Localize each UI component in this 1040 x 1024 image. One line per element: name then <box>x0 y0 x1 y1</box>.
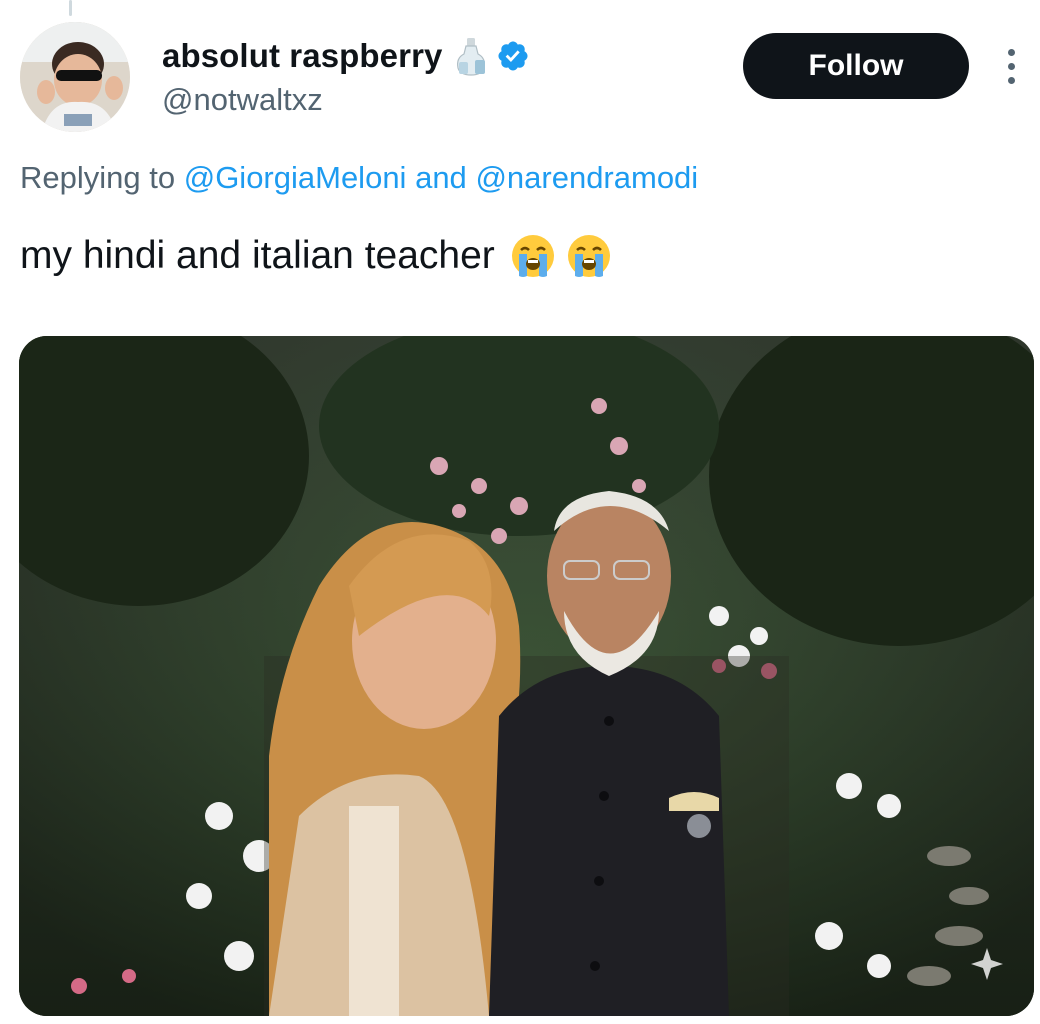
thread-connector-line <box>69 0 72 16</box>
avatar[interactable] <box>20 22 130 132</box>
loudly-crying-face-icon <box>565 232 613 280</box>
author-display-name[interactable]: absolut raspberry <box>162 37 442 75</box>
replying-to-label: Replying to <box>20 160 176 195</box>
tweet-header: absolut raspberry @notwaltxz <box>162 36 530 118</box>
dot <box>1007 48 1015 56</box>
tweet-media-photo[interactable] <box>19 336 1034 1016</box>
tweet-body-text: my hindi and italian teacher <box>20 234 495 277</box>
author-handle[interactable]: @notwaltxz <box>162 82 530 118</box>
replying-to-line: Replying to @GiorgiaMeloni and @narendra… <box>20 160 698 196</box>
dot <box>1007 62 1015 70</box>
dot <box>1007 76 1015 84</box>
author-name-row: absolut raspberry <box>162 36 530 76</box>
bottle-icon <box>454 36 488 76</box>
tweet-text: my hindi and italian teacher <box>20 232 613 280</box>
more-options-icon[interactable] <box>996 44 1026 88</box>
avatar-image <box>20 22 130 132</box>
loudly-crying-face-icon <box>509 232 557 280</box>
reply-conjunction[interactable]: and <box>415 160 467 195</box>
mention-link-giorgiameloni[interactable]: @GiorgiaMeloni <box>184 160 407 195</box>
photo-illustration <box>19 336 1034 1016</box>
mention-link-narendramodi[interactable]: @narendramodi <box>475 160 698 195</box>
follow-button[interactable]: Follow <box>743 33 969 99</box>
verified-badge-icon[interactable] <box>496 39 530 73</box>
